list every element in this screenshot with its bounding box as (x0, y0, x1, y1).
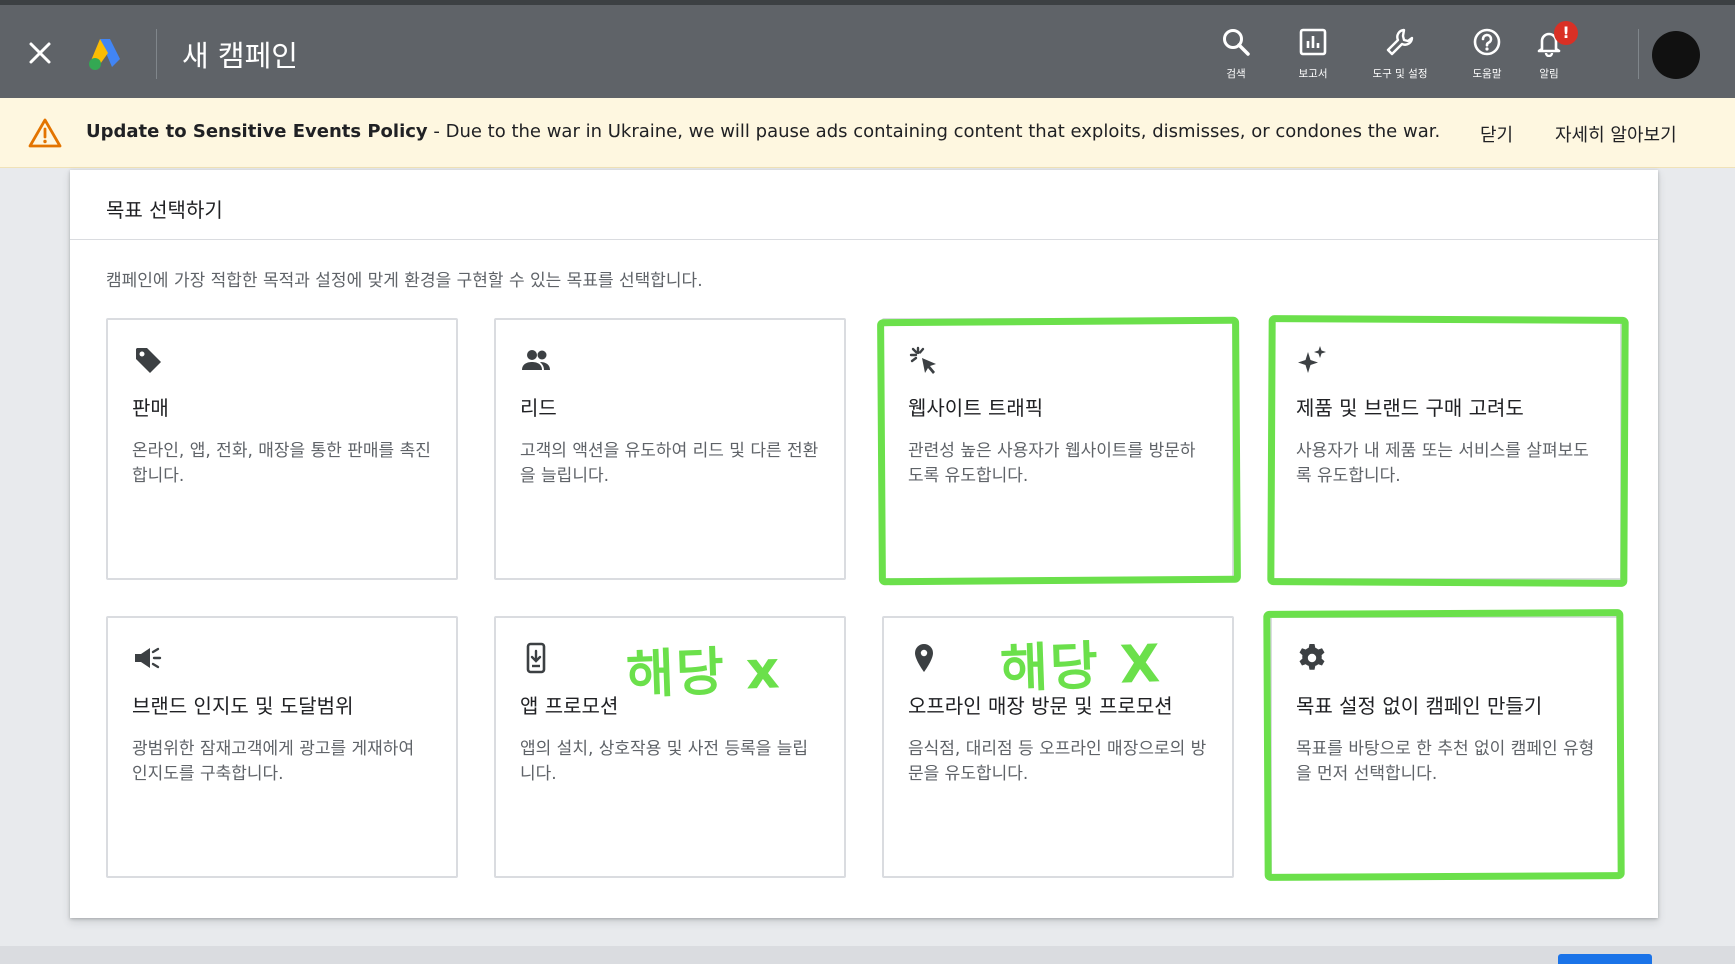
dismiss-button[interactable]: 닫기 (1480, 121, 1513, 147)
banner-title: Update to Sensitive Events Policy (86, 121, 428, 142)
panel-title: 목표 선택하기 (70, 170, 1658, 240)
gear-icon (1299, 644, 1325, 670)
goal-title: 리드 (520, 396, 557, 420)
notifications-button[interactable]: 알림 ! (1506, 21, 1592, 87)
reports-label: 보고서 (1298, 68, 1328, 80)
search-icon (1223, 29, 1250, 56)
wrench-icon (1386, 28, 1414, 56)
goal-card-website-traffic[interactable]: 웹사이트 트래픽 관련성 높은 사용자가 웹사이트를 방문하도록 유도합니다. (882, 318, 1234, 580)
goal-description: 온라인, 앱, 전화, 매장을 통한 판매를 촉진합니다. (132, 441, 431, 486)
goal-card-app-promotion[interactable]: 앱 프로모션 앱의 설치, 상호작용 및 사전 등록을 늘립니다. (494, 616, 846, 878)
google-ads-logo-icon (86, 35, 122, 71)
footer-strip (0, 946, 1735, 964)
warning-icon (28, 118, 62, 148)
goal-title: 오프라인 매장 방문 및 프로모션 (908, 694, 1173, 718)
goal-card-no-goal[interactable]: 목표 설정 없이 캠페인 만들기 목표를 바탕으로 한 추천 없이 캠페인 유형… (1270, 616, 1622, 878)
goal-card-local-store-visits[interactable]: 오프라인 매장 방문 및 프로모션 음식점, 대리점 등 오프라인 매장으로의 … (882, 616, 1234, 878)
primary-action-button[interactable] (1558, 954, 1652, 964)
goal-card-sales[interactable]: 판매 온라인, 앱, 전화, 매장을 통한 판매를 촉진합니다. (106, 318, 458, 580)
avatar[interactable] (1652, 31, 1700, 79)
notification-badge: ! (1554, 21, 1578, 45)
goal-title: 목표 설정 없이 캠페인 만들기 (1296, 694, 1543, 718)
reports-button[interactable]: 보고서 (1270, 27, 1356, 87)
goal-card-leads[interactable]: 리드 고객의 액션을 유도하여 리드 및 다른 전환을 늘립니다. (494, 318, 846, 580)
goal-description: 광범위한 잠재고객에게 광고를 게재하여 인지도를 구축합니다. (132, 739, 415, 784)
goal-description: 사용자가 내 제품 또는 서비스를 살펴보도록 유도합니다. (1296, 441, 1589, 486)
goal-description: 고객의 액션을 유도하여 리드 및 다른 전환을 늘립니다. (520, 441, 819, 486)
goal-title: 브랜드 인지도 및 도달범위 (132, 694, 354, 718)
goal-description: 목표를 바탕으로 한 추천 없이 캠페인 유형을 먼저 선택합니다. (1296, 739, 1595, 784)
search-button[interactable]: 검색 (1193, 27, 1279, 87)
cursor-click-icon (909, 346, 936, 374)
panel-description: 캠페인에 가장 적합한 목적과 설정에 맞게 환경을 구현할 수 있는 목표를 … (106, 271, 703, 291)
tools-settings-label: 도구 및 설정 (1372, 68, 1428, 80)
topbar-divider (156, 29, 157, 79)
goal-title: 앱 프로모션 (520, 694, 619, 718)
location-pin-icon (915, 644, 933, 672)
goal-description: 앱의 설치, 상호작용 및 사전 등록을 늘립니다. (520, 739, 809, 784)
reports-icon (1299, 28, 1327, 56)
tag-icon (136, 348, 161, 373)
goal-description: 음식점, 대리점 등 오프라인 매장으로의 방문을 유도합니다. (908, 739, 1207, 784)
goal-title: 제품 및 브랜드 구매 고려도 (1296, 396, 1524, 420)
goal-title: 판매 (132, 396, 169, 420)
topbar-divider-right (1638, 29, 1639, 79)
megaphone-icon (135, 647, 162, 669)
page-title: 새 캠페인 (182, 39, 298, 73)
people-icon (522, 350, 550, 370)
goal-selection-panel: 목표 선택하기 캠페인에 가장 적합한 목적과 설정에 맞게 환경을 구현할 수… (70, 170, 1658, 918)
policy-notice-banner: Update to Sensitive Events Policy - Due … (0, 98, 1735, 168)
help-icon (1473, 28, 1501, 56)
banner-message: Update to Sensitive Events Policy - Due … (86, 121, 1440, 142)
sparkle-icon (1298, 346, 1326, 373)
close-icon[interactable] (24, 37, 56, 69)
goal-card-product-brand-consideration[interactable]: 제품 및 브랜드 구매 고려도 사용자가 내 제품 또는 서비스를 살펴보도록 … (1270, 318, 1622, 580)
top-app-bar: 새 캠페인 검색 보고서 도구 및 설정 도움말 알림 ! (0, 0, 1735, 98)
learn-more-button[interactable]: 자세히 알아보기 (1555, 121, 1677, 147)
goal-card-brand-awareness[interactable]: 브랜드 인지도 및 도달범위 광범위한 잠재고객에게 광고를 게재하여 인지도를… (106, 616, 458, 878)
search-label: 검색 (1226, 68, 1246, 80)
goal-description: 관련성 높은 사용자가 웹사이트를 방문하도록 유도합니다. (908, 441, 1196, 486)
banner-separator: - (427, 121, 446, 142)
phone-download-icon (526, 642, 546, 674)
notifications-label: 알림 (1539, 68, 1559, 80)
banner-body: Due to the war in Ukraine, we will pause… (445, 121, 1441, 142)
goal-title: 웹사이트 트래픽 (908, 396, 1044, 420)
tools-settings-button[interactable]: 도구 및 설정 (1357, 27, 1443, 87)
